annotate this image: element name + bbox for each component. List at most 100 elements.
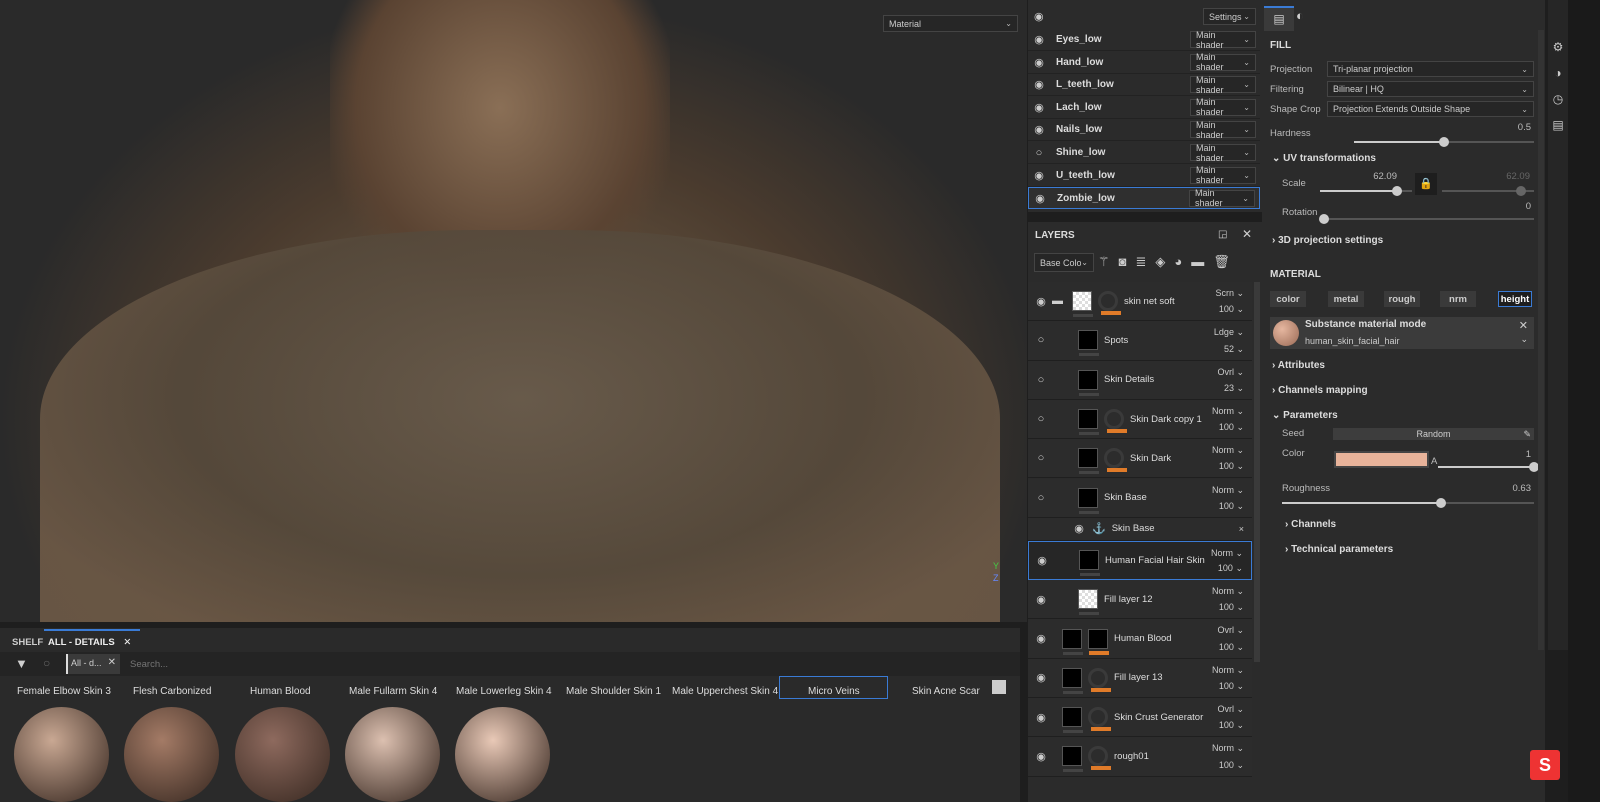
filtering-dropdown[interactable]: Bilinear | HQ ⌄ xyxy=(1327,81,1534,97)
channel-tab-rough[interactable]: rough xyxy=(1384,291,1420,307)
channel-tab-metal[interactable]: metal xyxy=(1328,291,1364,307)
scale-value[interactable]: 62.09 xyxy=(1372,171,1397,182)
attributes-section[interactable]: › Attributes xyxy=(1272,360,1325,371)
material-thumbnail[interactable] xyxy=(14,707,109,802)
layer-row[interactable]: ○ Skin Base Norm ⌄ 100 ⌄ xyxy=(1028,478,1252,518)
mask-thumbnail[interactable] xyxy=(1104,448,1127,473)
eye-closed-icon[interactable]: ○ xyxy=(1034,374,1048,386)
shelf-tab-all-details[interactable]: ALL - DETAILS ✕ xyxy=(44,629,140,649)
eye-icon[interactable]: ◉ xyxy=(1034,750,1048,763)
blend-mode-dropdown[interactable]: Norm ⌄ xyxy=(1212,586,1244,597)
add-mask-icon[interactable]: ◙ xyxy=(1119,254,1127,270)
opacity-dropdown[interactable]: 100 ⌄ xyxy=(1219,642,1244,653)
material-thumbnail[interactable] xyxy=(455,707,551,802)
blend-mode-dropdown[interactable]: Norm ⌄ xyxy=(1211,548,1243,559)
mask-thumbnail[interactable] xyxy=(1088,746,1111,771)
shader-dropdown[interactable]: Main shader ⌄ xyxy=(1190,75,1256,95)
layer-row[interactable]: ◉ ▬ skin net soft Scrn ⌄ 100 ⌄ xyxy=(1028,282,1252,322)
opacity-dropdown[interactable]: 100 ⌄ xyxy=(1219,461,1244,472)
material-label[interactable]: Flesh Carbonized xyxy=(133,686,211,697)
material-thumbnail[interactable] xyxy=(124,707,220,802)
layers-scrollbar[interactable] xyxy=(1254,282,1260,662)
material-label[interactable]: Male Fullarm Skin 4 xyxy=(349,686,437,697)
eye-icon[interactable]: ◉ xyxy=(1034,632,1048,645)
delete-icon[interactable]: 🗑 xyxy=(1213,254,1230,270)
texture-set-row[interactable]: ◉ Zombie_low Main shader ⌄ xyxy=(1028,187,1260,210)
parameters-section[interactable]: ⌄ Parameters xyxy=(1272,410,1338,421)
technical-parameters-section[interactable]: › Technical parameters xyxy=(1285,544,1393,555)
scale-v-slider[interactable] xyxy=(1442,186,1534,196)
layer-row[interactable]: ◉ Human Facial Hair Skin Norm ⌄ 100 ⌄ xyxy=(1028,540,1252,581)
display-settings-icon[interactable]: ◑ xyxy=(1548,60,1568,86)
opacity-dropdown[interactable]: 100 ⌄ xyxy=(1219,760,1244,771)
properties-tab-icon[interactable]: ▤ xyxy=(1264,6,1294,31)
add-layer-icon[interactable]: ≣ xyxy=(1136,254,1147,270)
hardness-value[interactable]: 0.5 xyxy=(1518,122,1531,133)
seed-button[interactable]: Random ✎ xyxy=(1333,428,1534,440)
opacity-dropdown[interactable]: 100 ⌄ xyxy=(1218,563,1243,574)
3d-viewport[interactable]: Material ⌄ Y Z xyxy=(0,0,1027,622)
layer-thumbnail[interactable] xyxy=(1078,369,1099,396)
layer-row[interactable]: ◉ rough01 Norm ⌄ 100 ⌄ xyxy=(1028,737,1252,777)
layer-row[interactable]: ○ Skin Dark copy 1 Norm ⌄ 100 ⌄ xyxy=(1028,399,1252,440)
material-thumbnail[interactable] xyxy=(234,707,330,802)
shader-dropdown[interactable]: Main shader ⌄ xyxy=(1189,188,1255,208)
color-swatch[interactable] xyxy=(1334,451,1429,468)
shader-dropdown[interactable]: Main shader ⌄ xyxy=(1190,165,1256,185)
chevron-down-icon[interactable]: ⌄ xyxy=(1520,334,1528,345)
texture-set-settings-icon[interactable]: ⚙ xyxy=(1548,34,1568,60)
close-icon[interactable]: ✕ xyxy=(108,657,116,668)
mask-thumbnail[interactable] xyxy=(1104,409,1127,434)
layer-row[interactable]: ◉ ⚓ Skin Base × xyxy=(1028,517,1252,541)
eye-icon[interactable]: ◉ xyxy=(1032,101,1046,114)
layer-thumbnail[interactable] xyxy=(1078,487,1099,514)
layer-thumbnail[interactable] xyxy=(1078,409,1099,436)
texture-set-row[interactable]: ◉ Nails_low Main shader ⌄ xyxy=(1028,119,1260,142)
add-folder-icon[interactable]: ▬ xyxy=(1191,254,1204,270)
close-icon[interactable]: × xyxy=(1239,524,1244,534)
scale-v-slider-knob[interactable] xyxy=(1516,186,1527,196)
close-icon[interactable]: ✕ xyxy=(1242,227,1252,241)
3d-projection-section[interactable]: › 3D projection settings xyxy=(1272,235,1383,246)
uv-transformations-section[interactable]: ⌄ UV transformations xyxy=(1272,153,1376,164)
channel-tab-nrm[interactable]: nrm xyxy=(1440,291,1476,307)
layer-row[interactable]: ◉ Skin Crust Generator Ovrl ⌄ 100 ⌄ xyxy=(1028,698,1252,738)
channel-dropdown[interactable]: Base Color ⌄ xyxy=(1034,253,1094,272)
channels-mapping-section[interactable]: › Channels mapping xyxy=(1272,385,1368,396)
view-mode-toggle[interactable] xyxy=(992,680,1006,694)
material-label[interactable]: Human Blood xyxy=(250,686,311,697)
properties-scrollbar[interactable] xyxy=(1538,30,1544,650)
blend-mode-dropdown[interactable]: Ovrl ⌄ xyxy=(1217,367,1244,378)
material-selector[interactable]: Substance material mode human_skin_facia… xyxy=(1270,317,1534,349)
opacity-dropdown[interactable]: 100 ⌄ xyxy=(1219,501,1244,512)
rotation-slider-knob[interactable] xyxy=(1319,214,1329,224)
layer-thumbnail[interactable] xyxy=(1072,291,1093,318)
eye-icon[interactable]: ◉ xyxy=(1032,78,1046,91)
eye-closed-icon[interactable]: ○ xyxy=(1034,334,1048,346)
close-icon[interactable]: ✕ xyxy=(123,637,131,648)
channels-section[interactable]: › Channels xyxy=(1285,519,1336,530)
roughness-slider[interactable] xyxy=(1282,498,1534,508)
blend-mode-dropdown[interactable]: Norm ⌄ xyxy=(1212,485,1244,496)
undock-icon[interactable]: ◲ xyxy=(1218,229,1227,240)
layer-thumbnail[interactable] xyxy=(1079,550,1100,577)
shape-crop-dropdown[interactable]: Projection Extends Outside Shape ⌄ xyxy=(1327,101,1534,117)
mask-thumbnail[interactable] xyxy=(1098,291,1121,316)
display-mode-dropdown[interactable]: Material ⌄ xyxy=(883,15,1018,32)
layer-row[interactable]: ○ Skin Details Ovrl ⌄ 23 ⌄ xyxy=(1028,360,1252,400)
layer-thumbnail[interactable] xyxy=(1062,707,1083,734)
opacity-dropdown[interactable]: 52 ⌄ xyxy=(1224,344,1244,355)
layer-row[interactable]: ◉ Human Blood Ovrl ⌄ 100 ⌄ xyxy=(1028,619,1252,659)
refresh-icon[interactable]: ○ xyxy=(43,656,50,670)
shader-dropdown[interactable]: Main shader ⌄ xyxy=(1190,120,1256,140)
shader-dropdown[interactable]: Main shader ⌄ xyxy=(1190,52,1256,72)
roughness-slider-knob[interactable] xyxy=(1435,498,1446,508)
layer-thumbnail[interactable] xyxy=(1062,667,1083,694)
blend-mode-dropdown[interactable]: Norm ⌄ xyxy=(1212,743,1244,754)
material-label[interactable]: Male Lowerleg Skin 4 xyxy=(456,686,552,697)
shader-dropdown[interactable]: Main shader ⌄ xyxy=(1190,30,1256,50)
texture-set-row[interactable]: ◉ U_teeth_low Main shader ⌄ xyxy=(1028,165,1260,187)
eye-icon[interactable]: ◉ xyxy=(1032,56,1046,69)
layer-thumbnail[interactable] xyxy=(1078,589,1099,616)
material-thumbnail[interactable] xyxy=(344,707,440,802)
